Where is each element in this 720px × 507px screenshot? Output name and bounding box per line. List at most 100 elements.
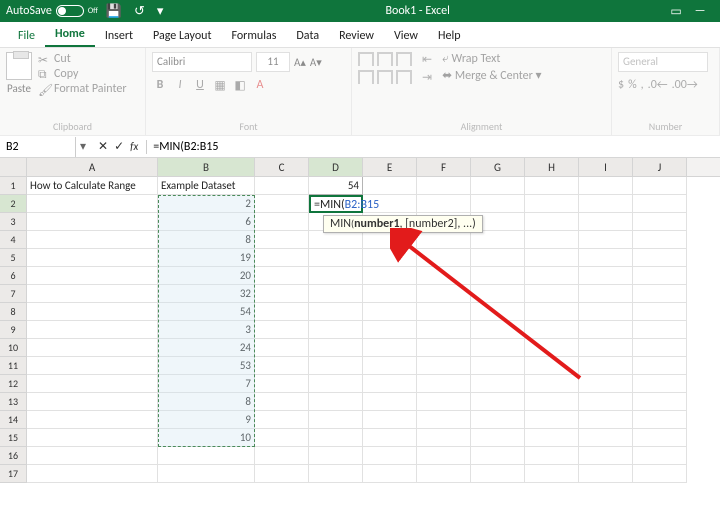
cell[interactable]: [309, 393, 363, 411]
cell[interactable]: 6: [158, 213, 255, 231]
cell[interactable]: [27, 321, 158, 339]
cell[interactable]: [633, 195, 687, 213]
cell[interactable]: [579, 231, 633, 249]
tab-formulas[interactable]: Formulas: [221, 25, 286, 47]
cell[interactable]: [471, 321, 525, 339]
save-icon[interactable]: 💾: [102, 4, 126, 19]
cell[interactable]: [633, 285, 687, 303]
cell[interactable]: [309, 267, 363, 285]
row-header[interactable]: 8: [0, 303, 27, 321]
cell[interactable]: [27, 213, 158, 231]
cell[interactable]: [525, 339, 579, 357]
cell[interactable]: [579, 177, 633, 195]
tab-data[interactable]: Data: [286, 25, 329, 47]
cell[interactable]: [363, 339, 417, 357]
cell[interactable]: [633, 249, 687, 267]
grow-font-icon[interactable]: A▴: [294, 56, 306, 69]
cell[interactable]: [255, 339, 309, 357]
cell[interactable]: [633, 339, 687, 357]
select-all-corner[interactable]: [0, 158, 27, 176]
currency-button[interactable]: $: [618, 78, 624, 92]
italic-button[interactable]: I: [172, 78, 188, 93]
name-box[interactable]: B2: [0, 137, 76, 157]
cell[interactable]: [27, 339, 158, 357]
cell[interactable]: [525, 411, 579, 429]
cell[interactable]: [579, 393, 633, 411]
cell[interactable]: [417, 231, 471, 249]
cell[interactable]: [417, 267, 471, 285]
cell[interactable]: [417, 447, 471, 465]
row-header[interactable]: 12: [0, 375, 27, 393]
cell[interactable]: 8: [158, 231, 255, 249]
fill-color-button[interactable]: ◧: [232, 78, 248, 93]
tab-home[interactable]: Home: [45, 23, 95, 47]
cell[interactable]: [363, 285, 417, 303]
cell[interactable]: [525, 321, 579, 339]
cell[interactable]: [309, 375, 363, 393]
cell[interactable]: [417, 375, 471, 393]
cell[interactable]: [363, 357, 417, 375]
cell[interactable]: [579, 447, 633, 465]
cell[interactable]: [417, 411, 471, 429]
paste-button[interactable]: Paste: [6, 52, 32, 95]
autosave-toggle[interactable]: AutoSave Off: [6, 4, 98, 18]
cell[interactable]: [471, 357, 525, 375]
cell[interactable]: [471, 447, 525, 465]
row-header[interactable]: 17: [0, 465, 27, 483]
cell[interactable]: [255, 375, 309, 393]
cell[interactable]: [471, 249, 525, 267]
cell[interactable]: [525, 177, 579, 195]
cell[interactable]: 54: [158, 303, 255, 321]
cell[interactable]: [417, 177, 471, 195]
cell[interactable]: [633, 429, 687, 447]
cell[interactable]: [309, 357, 363, 375]
align-icons[interactable]: [358, 52, 412, 85]
increase-decimal-button[interactable]: .0←: [648, 78, 668, 92]
cell[interactable]: [471, 375, 525, 393]
cell[interactable]: [363, 195, 417, 213]
cell[interactable]: [27, 465, 158, 483]
cell[interactable]: [363, 411, 417, 429]
cell[interactable]: [27, 303, 158, 321]
cell[interactable]: [417, 249, 471, 267]
cell[interactable]: [309, 411, 363, 429]
cell[interactable]: [579, 375, 633, 393]
cell[interactable]: [27, 285, 158, 303]
cell[interactable]: [579, 465, 633, 483]
cell[interactable]: [27, 231, 158, 249]
cell[interactable]: [255, 321, 309, 339]
cell[interactable]: 3: [158, 321, 255, 339]
name-box-dropdown-icon[interactable]: ▾: [76, 139, 90, 154]
row-header[interactable]: 4: [0, 231, 27, 249]
col-header-F[interactable]: F: [417, 158, 471, 176]
cell[interactable]: [525, 303, 579, 321]
cell[interactable]: 8: [158, 393, 255, 411]
cancel-edit-icon[interactable]: ✕: [98, 139, 108, 154]
cell[interactable]: [471, 411, 525, 429]
borders-button[interactable]: ▦: [212, 78, 228, 93]
cell[interactable]: [309, 321, 363, 339]
cell[interactable]: 24: [158, 339, 255, 357]
cell[interactable]: [579, 321, 633, 339]
indent-increase-icon[interactable]: ⇥: [422, 70, 432, 85]
cell[interactable]: [417, 195, 471, 213]
row-header[interactable]: 2: [0, 195, 27, 213]
cell[interactable]: [309, 339, 363, 357]
col-header-D[interactable]: D: [309, 158, 363, 176]
cell[interactable]: 10: [158, 429, 255, 447]
tab-help[interactable]: Help: [428, 25, 471, 47]
cell[interactable]: [525, 249, 579, 267]
cell[interactable]: [471, 267, 525, 285]
cell[interactable]: [363, 177, 417, 195]
cell[interactable]: [471, 429, 525, 447]
cell[interactable]: [633, 393, 687, 411]
cell[interactable]: [525, 231, 579, 249]
cell[interactable]: 54: [309, 177, 363, 195]
column-headers[interactable]: A B C D E F G H I J: [0, 158, 720, 177]
worksheet-grid[interactable]: A B C D E F G H I J 1How to Calculate Ra…: [0, 158, 720, 483]
comma-button[interactable]: ,: [641, 78, 644, 92]
cell[interactable]: [417, 285, 471, 303]
cell[interactable]: [363, 465, 417, 483]
row-header[interactable]: 9: [0, 321, 27, 339]
decrease-decimal-button[interactable]: .00→: [672, 78, 698, 92]
